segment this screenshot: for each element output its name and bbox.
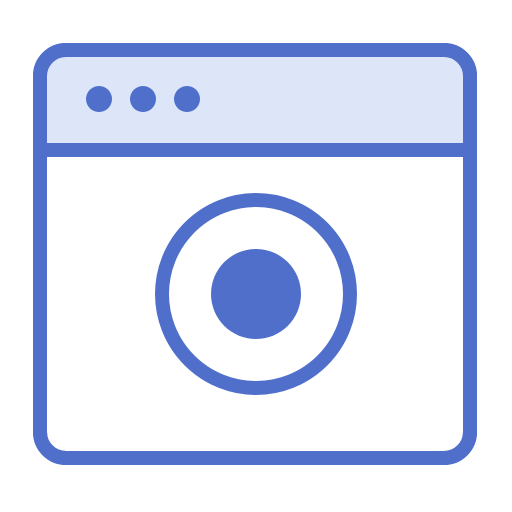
window-control-dot-1 bbox=[86, 86, 112, 112]
browser-window-record-icon bbox=[33, 43, 477, 465]
window-control-dot-3 bbox=[174, 86, 200, 112]
icon-canvas bbox=[0, 0, 512, 512]
record-dot bbox=[211, 249, 301, 339]
window-control-dot-2 bbox=[130, 86, 156, 112]
